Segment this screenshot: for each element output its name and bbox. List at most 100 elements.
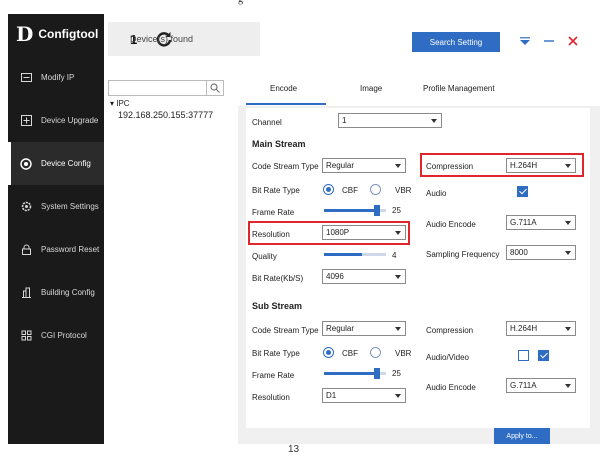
channel-select[interactable]: 1 [338,113,442,128]
frame-rate-slider[interactable] [324,205,386,216]
chevron-down-icon [565,164,571,168]
sub-resolution-value: D1 [326,391,337,400]
sampling-frequency-select[interactable]: 8000 [506,245,576,260]
chevron-down-icon [565,327,571,331]
vbr-label: VBR [395,186,412,195]
bit-rate-label: Bit Rate(Kb/S) [252,274,304,283]
sub-frame-rate-value: 25 [392,369,401,378]
main-stream-title: Main Stream [252,139,306,149]
app-name: Configtool [38,27,99,41]
apply-to-button[interactable]: Apply to... [494,428,550,444]
frame-rate-value: 25 [392,206,401,215]
upgrade-icon [19,114,33,128]
page-number: 13 [288,444,300,454]
frame-rate-slider-fill [324,209,377,212]
monitor-icon [19,71,33,85]
sidebar-nav: Modify IP Device Upgrade Device Config S… [8,56,104,357]
target-icon [19,157,33,171]
resolution-select[interactable]: 1080P [322,225,406,240]
sub-stream-title: Sub Stream [252,301,303,311]
sidebar-item-device-config[interactable]: Device Config [8,142,104,185]
tab-profile-management[interactable]: Profile Management [423,84,495,93]
sub-resolution-label: Resolution [252,393,290,402]
code-stream-type-value: Regular [326,161,355,170]
sub-audio-video-checkbox[interactable] [518,350,529,361]
sampling-frequency-label: Sampling Frequency [426,250,500,259]
tab-image[interactable]: Image [360,84,382,93]
sidebar-item-building-config[interactable]: Building Config [8,271,104,314]
sub-cbr-label: CBF [342,349,358,358]
quality-slider-fill [324,253,363,256]
filter-icon[interactable] [518,34,532,48]
sub-vbr-radio[interactable] [370,347,381,358]
top-strip: g [0,0,604,14]
tab-active-indicator [246,103,326,105]
audio-checkbox[interactable] [517,186,528,197]
sub-frame-rate-slider-thumb[interactable] [373,368,380,379]
compression-select[interactable]: H.264H [506,158,576,173]
audio-encode-select[interactable]: G.711A [506,215,576,230]
cbr-label: CBF [342,186,358,195]
sidebar-item-label: Password Reset [41,245,100,254]
chevron-down-icon [395,327,401,331]
quality-slider[interactable] [324,253,386,256]
search-icon[interactable] [206,80,224,96]
channel-label: Channel [252,118,282,127]
sub-frame-rate-slider-fill [324,372,377,375]
tab-bar: Encode Image Profile Management [238,62,600,106]
bit-rate-select[interactable]: 4096 [322,269,406,284]
gear-icon [19,200,33,214]
audio-label: Audio [426,189,447,198]
chevron-down-icon [395,231,401,235]
sub-code-stream-type-label: Code Stream Type [252,326,319,335]
sub-audio-encode-select[interactable]: G.711A [506,378,576,393]
vbr-radio[interactable] [370,184,381,195]
sub-compression-label: Compression [426,326,474,335]
channel-value: 1 [342,116,347,125]
tab-encode[interactable]: Encode [270,84,297,93]
sub-audio-encode-label: Audio Encode [426,383,476,392]
sidebar-item-device-upgrade[interactable]: Device Upgrade [8,99,104,142]
sidebar: D Configtool Modify IP Device Upgrade De… [8,14,104,444]
sub-cbr-radio[interactable] [323,347,334,358]
sidebar-item-label: Device Upgrade [41,116,99,125]
sidebar-item-label: System Settings [41,202,99,211]
chevron-down-icon [395,394,401,398]
close-icon[interactable] [566,34,580,48]
sub-frame-rate-slider[interactable] [324,368,386,379]
search-setting-button[interactable]: Search Setting [412,32,500,52]
sidebar-item-cgi-protocol[interactable]: CGI Protocol [8,314,104,357]
chevron-down-icon [395,275,401,279]
building-icon [19,286,33,300]
sidebar-item-modify-ip[interactable]: Modify IP [8,56,104,99]
sub-audio-checkbox[interactable] [538,350,549,361]
tree-node-ip[interactable]: 192.168.250.155:37777 [118,110,213,120]
sidebar-item-label: Device Config [41,159,91,168]
code-stream-type-select[interactable]: Regular [322,158,406,173]
sidebar-item-system-settings[interactable]: System Settings [8,185,104,228]
sub-compression-value: H.264H [510,324,538,333]
page-top-fragment: g [238,0,243,5]
app-logo: D Configtool [16,22,98,46]
sidebar-item-password-reset[interactable]: Password Reset [8,228,104,271]
cbr-radio[interactable] [323,184,334,195]
header: 1 Device(s) found Search Setting [104,14,600,62]
quality-label: Quality [252,252,277,261]
sub-compression-select[interactable]: H.264H [506,321,576,336]
sub-code-stream-type-select[interactable]: Regular [322,321,406,336]
encode-content: Channel 1 Main Stream Code Stream Type R… [246,108,590,428]
bit-rate-value: 4096 [326,272,344,281]
frame-rate-slider-thumb[interactable] [373,205,380,216]
minimize-icon[interactable] [542,34,556,48]
chevron-down-icon [565,384,571,388]
tree-node-ipc[interactable]: ▾ IPC [110,99,130,108]
sub-frame-rate-label: Frame Rate [252,371,295,380]
sub-audio-video-label: Audio/Video [426,353,469,362]
sampling-frequency-value: 8000 [510,248,528,257]
quality-value: 4 [392,251,397,260]
chevron-down-icon [565,251,571,255]
sub-resolution-select[interactable]: D1 [322,388,406,403]
sub-audio-encode-value: G.711A [510,381,537,390]
code-stream-type-label: Code Stream Type [252,162,319,171]
grid-icon [19,329,33,343]
